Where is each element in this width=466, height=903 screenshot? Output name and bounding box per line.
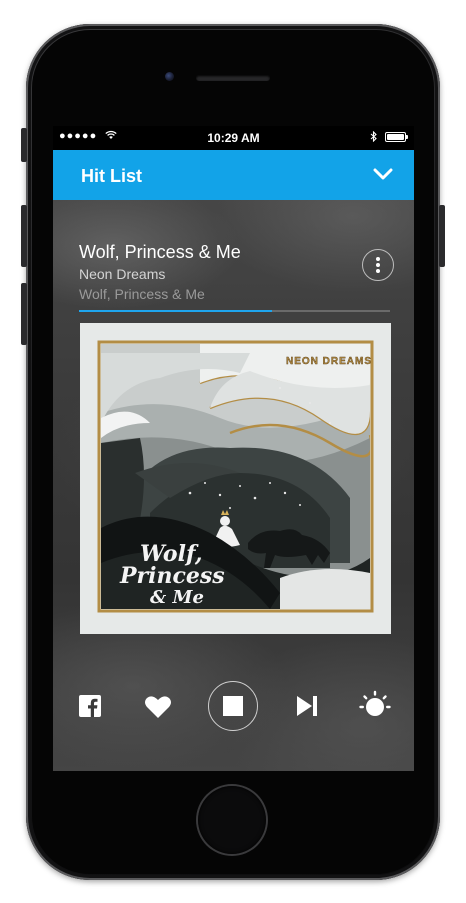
chevron-down-icon[interactable] bbox=[372, 164, 394, 184]
power-button bbox=[439, 205, 445, 267]
mute-switch bbox=[21, 128, 27, 162]
progress-fill bbox=[79, 310, 272, 312]
cover-title-line3: & Me bbox=[150, 587, 204, 608]
more-dot-icon bbox=[376, 257, 380, 261]
track-title: Wolf, Princess & Me bbox=[79, 242, 241, 262]
battery-icon bbox=[385, 131, 408, 142]
skip-next-icon[interactable] bbox=[295, 695, 319, 717]
status-right bbox=[370, 131, 408, 142]
band-logo: NEON DREAMS bbox=[286, 356, 372, 367]
playlist-header[interactable]: Hit List bbox=[53, 150, 414, 200]
facebook-icon[interactable] bbox=[79, 695, 101, 717]
progress-bar[interactable] bbox=[79, 310, 390, 312]
album-art: NEON DREAMS Wolf, Princess & Me bbox=[80, 323, 391, 634]
stop-button[interactable] bbox=[208, 681, 258, 731]
volume-up-button bbox=[21, 205, 27, 267]
more-dot-icon bbox=[376, 263, 380, 267]
playback-controls bbox=[53, 680, 414, 731]
bluetooth-icon bbox=[370, 131, 377, 142]
track-artist: Neon Dreams bbox=[79, 266, 166, 282]
volume-down-button bbox=[21, 283, 27, 345]
home-button[interactable] bbox=[198, 786, 266, 854]
heart-icon[interactable] bbox=[144, 694, 172, 720]
stop-icon bbox=[223, 696, 243, 716]
cover-title-line2: Princess bbox=[119, 563, 225, 589]
app-screen: ●●●●● 10:29 AM Hit List Wolf, Princess &… bbox=[53, 126, 414, 771]
track-album: Wolf, Princess & Me bbox=[79, 286, 205, 302]
status-time: 10:29 AM bbox=[207, 131, 260, 145]
more-options-button[interactable] bbox=[362, 249, 394, 281]
earpiece-speaker bbox=[196, 75, 270, 81]
status-bar: ●●●●● 10:29 AM bbox=[53, 126, 414, 150]
playlist-title: Hit List bbox=[81, 166, 142, 186]
more-dot-icon bbox=[376, 269, 380, 273]
album-cover-illustration: NEON DREAMS Wolf, Princess & Me bbox=[80, 323, 391, 634]
front-camera bbox=[165, 72, 174, 81]
sun-icon[interactable] bbox=[359, 690, 391, 722]
